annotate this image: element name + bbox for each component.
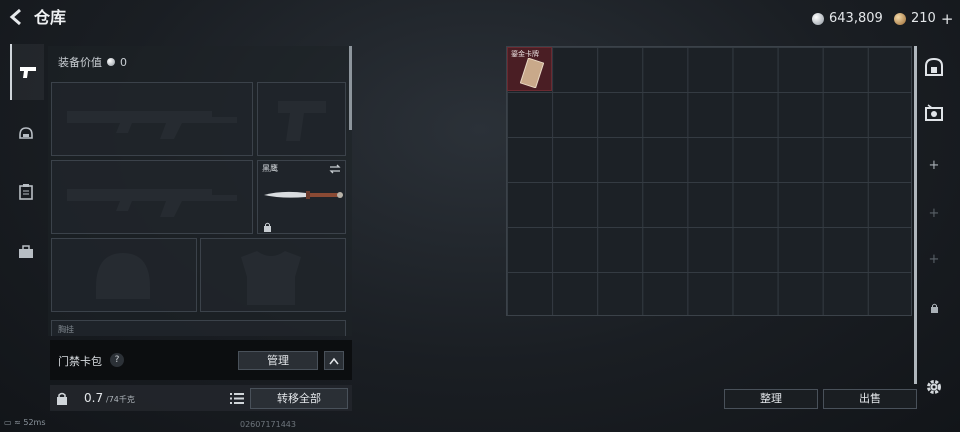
tab-toolbox[interactable] [10, 224, 42, 280]
vest-silhouette-icon [241, 251, 301, 305]
weight-value: 0.7 [84, 391, 104, 405]
armor-slot[interactable] [200, 238, 346, 312]
chest-rig-label: 胸挂 [58, 325, 74, 334]
pistol-icon [20, 67, 36, 78]
gear-icon [927, 380, 941, 394]
wifi-icon: ▭ ≈ [4, 418, 24, 427]
storage-grid[interactable] [506, 46, 912, 316]
sell-button[interactable]: 出售 [823, 389, 917, 409]
collapse-button[interactable] [324, 351, 344, 370]
tab-safe-box[interactable] [922, 57, 946, 82]
chevron-up-icon [329, 357, 339, 365]
storage-item-card[interactable]: 鎏金卡牌 [507, 47, 552, 91]
add-storage-button[interactable]: + [922, 202, 946, 226]
currency-gold-value: 210 [911, 11, 936, 26]
tab-weapons[interactable] [10, 44, 44, 100]
list-icon[interactable] [230, 393, 244, 404]
sort-button[interactable]: 整理 [724, 389, 818, 409]
equipment-panel: 装备价值 0 黑鹰 胸挂 [48, 46, 352, 336]
gold-coin-icon [894, 13, 906, 25]
storage-box-icon [925, 104, 943, 121]
helmet-icon [19, 127, 33, 139]
safe-icon [925, 57, 943, 76]
lock-icon[interactable] [56, 392, 68, 405]
lock-icon [930, 303, 938, 313]
grid-scrollbar[interactable] [914, 46, 917, 384]
left-tab-rail [10, 44, 44, 284]
add-storage-button[interactable]: + [922, 248, 946, 272]
rifle-silhouette-icon [67, 189, 237, 217]
currency-gold[interactable]: 210 + [894, 10, 953, 28]
manage-button[interactable]: 管理 [238, 351, 318, 370]
chest-rig-slot[interactable]: 胸挂 [51, 320, 346, 336]
equipment-value: 0 [120, 55, 127, 69]
primary-weapon-slot[interactable] [51, 82, 253, 156]
help-icon[interactable]: ? [110, 353, 124, 367]
page-title: 仓库 [34, 8, 67, 27]
knife-name: 黑鹰 [262, 164, 278, 173]
user-id: 02607171443 [240, 420, 296, 429]
knife-icon [264, 191, 343, 199]
settings-button[interactable] [922, 378, 946, 402]
equipment-value-label: 装备价值 [58, 56, 102, 69]
equipment-value-row: 装备价值 0 [58, 54, 127, 70]
tab-clipboard[interactable] [10, 164, 42, 220]
tab-storage-box[interactable] [922, 104, 946, 128]
helmet-slot[interactable] [51, 238, 197, 312]
toolbox-icon [19, 245, 33, 258]
ping-value: 52ms [23, 418, 46, 427]
pistol-silhouette-icon [278, 101, 326, 141]
tab-armor[interactable] [10, 106, 42, 162]
keycard-pack-label: 门禁卡包 [58, 355, 102, 368]
currency-silver: 643,809 [812, 10, 883, 28]
add-storage-button[interactable]: + [922, 154, 946, 178]
currency-silver-value: 643,809 [829, 11, 883, 26]
clipboard-icon [19, 184, 33, 200]
lock-icon [264, 222, 271, 232]
sidearm-slot[interactable] [257, 82, 346, 156]
add-currency-button[interactable]: + [941, 10, 954, 28]
card-icon [520, 58, 544, 88]
swap-icon[interactable] [329, 164, 341, 174]
silver-coin-icon [107, 58, 115, 66]
capacity-bar: 0.7 /74千克 转移全部 [50, 385, 352, 411]
weight-capacity: /74千克 [106, 395, 135, 404]
helmet-silhouette-icon [96, 253, 150, 299]
network-status: ▭ ≈ 52ms [4, 418, 46, 427]
rifle-silhouette-icon [67, 111, 237, 139]
locked-slot [922, 298, 946, 322]
transfer-all-button[interactable]: 转移全部 [250, 388, 348, 409]
silver-coin-icon [812, 13, 824, 25]
melee-slot[interactable]: 黑鹰 [257, 160, 346, 234]
keycard-pack-bar: 门禁卡包 ? 管理 [50, 340, 352, 380]
secondary-weapon-slot[interactable] [51, 160, 253, 234]
equipment-scrollbar[interactable] [349, 46, 352, 130]
back-arrow-icon[interactable] [8, 8, 28, 28]
